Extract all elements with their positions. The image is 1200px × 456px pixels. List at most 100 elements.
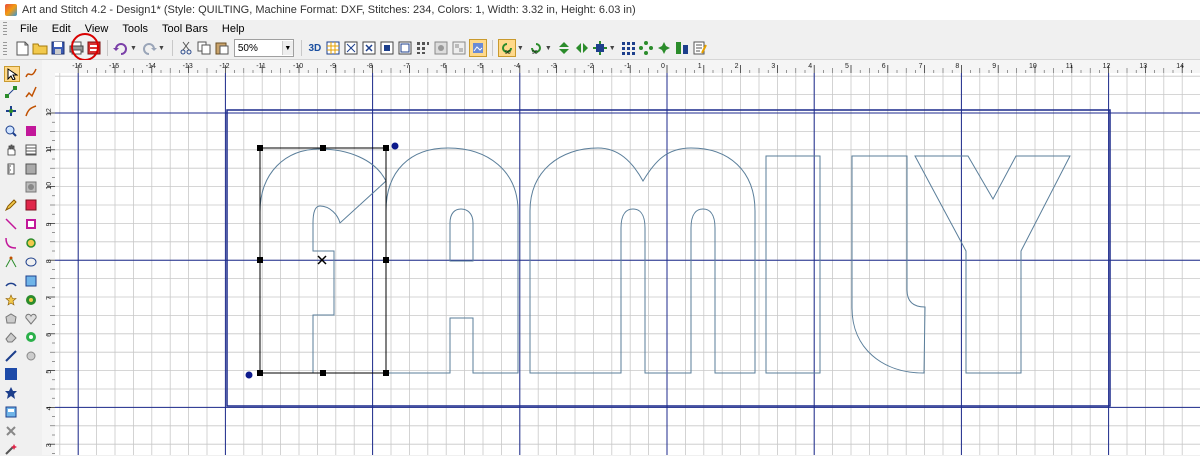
left-toolbar: [0, 60, 43, 455]
menu-edit[interactable]: Edit: [45, 23, 78, 35]
magic-wand-icon[interactable]: [4, 442, 18, 456]
satin-fill-icon[interactable]: [24, 124, 38, 138]
resize-handle-right[interactable]: [383, 257, 389, 263]
hoop-view-icon[interactable]: [397, 40, 413, 56]
letter-i-outline[interactable]: [765, 155, 821, 374]
undo-icon[interactable]: [113, 40, 129, 56]
polygon-icon[interactable]: [4, 312, 18, 326]
properties-icon[interactable]: [692, 40, 708, 56]
kaleidoscope-icon[interactable]: [656, 40, 672, 56]
menu-help[interactable]: Help: [215, 23, 252, 35]
center-design-icon[interactable]: [592, 40, 608, 56]
ruler-label: -11: [256, 63, 266, 70]
ruler-label: -5: [477, 63, 483, 70]
zoom-selection-icon[interactable]: [343, 40, 359, 56]
design-library-icon[interactable]: [4, 405, 18, 419]
zoom-design-icon[interactable]: [379, 40, 395, 56]
chevron-down-icon[interactable]: ▼: [281, 41, 293, 55]
arc-icon[interactable]: [4, 274, 18, 288]
resize-handle-bottom[interactable]: [320, 370, 326, 376]
rotate-right-90-icon[interactable]: 90: [528, 40, 544, 56]
center-dropdown-icon[interactable]: ▼: [609, 45, 616, 52]
redo-icon[interactable]: [141, 40, 157, 56]
applique-icon[interactable]: [24, 217, 38, 231]
circle-point-icon[interactable]: [24, 236, 38, 250]
reshape-icon[interactable]: [24, 104, 38, 118]
mirror-horizontal-icon[interactable]: [574, 40, 590, 56]
bezier-icon[interactable]: [4, 255, 18, 269]
design-canvas[interactable]: [55, 73, 1200, 455]
resize-handle-top[interactable]: [320, 145, 326, 151]
blue-square-icon[interactable]: [4, 367, 18, 381]
curve-tool-icon[interactable]: [4, 236, 18, 250]
rotate-handle-bottom-left[interactable]: [245, 371, 253, 379]
mirror-vertical-icon[interactable]: [556, 40, 572, 56]
dots-fill-icon[interactable]: [24, 349, 38, 363]
select-tool-icon[interactable]: [4, 66, 20, 82]
title-bar: Art and Stitch 4.2 - Design1* (Style: QU…: [0, 0, 1200, 20]
pencil-icon[interactable]: [4, 198, 18, 212]
menu-file[interactable]: File: [13, 23, 45, 35]
show-image-icon[interactable]: [451, 40, 467, 56]
new-file-icon[interactable]: [14, 40, 30, 56]
background-icon[interactable]: [433, 40, 449, 56]
star-fill-icon[interactable]: [4, 386, 18, 400]
menu-toolbars[interactable]: Tool Bars: [155, 23, 215, 35]
grid-icon[interactable]: [325, 40, 341, 56]
line-tool-icon[interactable]: [4, 217, 18, 231]
open-folder-icon[interactable]: [32, 40, 48, 56]
texture-fill-icon[interactable]: [24, 180, 38, 194]
rectangle-fill-icon[interactable]: [24, 274, 38, 288]
resize-handle-top-left[interactable]: [257, 145, 263, 151]
cut-icon[interactable]: [178, 40, 194, 56]
measure-icon[interactable]: [4, 162, 18, 176]
pan-hand-icon[interactable]: [4, 143, 18, 157]
ruler-label: 9: [46, 222, 53, 226]
fill-red-icon[interactable]: [24, 198, 38, 212]
ruler-label: 11: [46, 145, 53, 152]
heart-shape-icon[interactable]: [24, 312, 38, 326]
stitch-points-icon[interactable]: [4, 104, 18, 118]
align-icon[interactable]: [674, 40, 690, 56]
gradient-fill-icon[interactable]: [24, 162, 38, 176]
resize-handle-top-right[interactable]: [383, 145, 389, 151]
rotate-left-dropdown-icon[interactable]: ▼: [517, 45, 524, 52]
flower-shape-icon[interactable]: [24, 330, 38, 344]
resize-handle-bottom-right[interactable]: [383, 370, 389, 376]
stitch-edit-icon[interactable]: [24, 85, 38, 99]
resize-handle-left[interactable]: [257, 257, 263, 263]
circular-array-icon[interactable]: [638, 40, 654, 56]
tatami-fill-icon[interactable]: [24, 143, 38, 157]
save-icon[interactable]: [50, 40, 66, 56]
copy-icon[interactable]: [196, 40, 212, 56]
zoom-all-icon[interactable]: [361, 40, 377, 56]
resize-handle-bottom-left[interactable]: [257, 370, 263, 376]
ruler-label: -4: [514, 63, 520, 70]
toggle-fabric-icon[interactable]: [468, 39, 487, 57]
redo-dropdown-icon[interactable]: ▼: [158, 45, 165, 52]
rotate-right-dropdown-icon[interactable]: ▼: [545, 45, 552, 52]
array-icon[interactable]: [620, 40, 636, 56]
rotate-left-90-icon[interactable]: 90: [497, 39, 516, 57]
star-shape-icon[interactable]: [4, 293, 18, 307]
toolbar-separator: [300, 40, 302, 56]
freehand-icon[interactable]: [24, 66, 38, 80]
rotate-handle-top-right[interactable]: [391, 142, 399, 150]
view-3d-button[interactable]: 3D: [307, 40, 323, 56]
zoom-tool-icon[interactable]: [4, 124, 18, 138]
zoom-select[interactable]: 50% ▼: [233, 39, 294, 57]
eraser-icon[interactable]: [4, 330, 18, 344]
color-wheel-icon[interactable]: [24, 293, 38, 307]
ruler-label: -8: [367, 63, 373, 70]
letter-l-outline[interactable]: [851, 155, 926, 374]
paste-icon[interactable]: [214, 40, 230, 56]
knife-icon[interactable]: [4, 349, 18, 363]
ruler-label: 12: [46, 108, 53, 116]
node-edit-icon[interactable]: [4, 85, 18, 99]
letter-y-outline[interactable]: [914, 155, 1071, 374]
ellipse-icon[interactable]: [24, 255, 38, 269]
stitch-tool-icon[interactable]: [4, 424, 18, 438]
points-view-icon[interactable]: [415, 40, 431, 56]
menu-tools[interactable]: Tools: [115, 23, 155, 35]
undo-dropdown-icon[interactable]: ▼: [130, 45, 137, 52]
